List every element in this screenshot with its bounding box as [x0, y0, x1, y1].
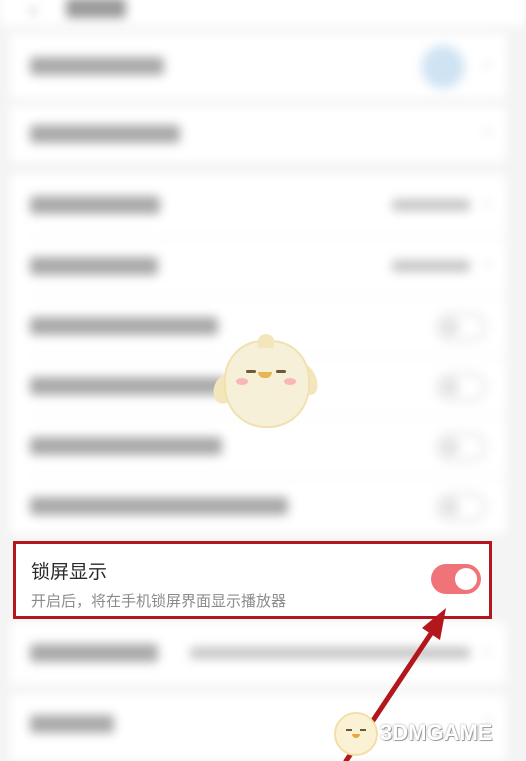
chevron-right-icon: ›	[484, 642, 490, 659]
mascot-cheek	[284, 378, 296, 385]
account-binding-row[interactable]: ›	[10, 106, 506, 162]
row-label-blurred	[30, 437, 222, 455]
watermark-eye	[346, 729, 352, 731]
row-label-blurred	[30, 644, 158, 662]
page-title-blurred	[66, 0, 126, 18]
profile-group: ›	[10, 34, 506, 98]
back-arrow-icon[interactable]: ‹	[30, 0, 46, 20]
chevron-right-icon: ›	[484, 255, 490, 272]
watermark-eye	[360, 729, 366, 731]
watermark-beak	[352, 734, 360, 738]
row-label-blurred	[30, 57, 164, 75]
audio-focus-row[interactable]	[10, 476, 506, 534]
setting-title: 锁屏显示	[31, 562, 108, 583]
row-value-blurred	[392, 260, 470, 272]
avatar	[420, 44, 466, 90]
setting-description: 开启后，将在手机锁屏界面显示播放器	[31, 593, 287, 610]
chevron-right-icon: ›	[484, 123, 490, 140]
online-quality-row[interactable]: ›	[10, 174, 506, 236]
watermark-chick-icon	[334, 712, 378, 756]
lockscreen-display-toggle[interactable]	[431, 564, 481, 594]
mascot-cheek	[236, 378, 248, 385]
download-location-group: ›	[10, 622, 506, 684]
watermark: 3DMGAME	[330, 708, 520, 758]
row-label-blurred	[30, 257, 158, 275]
toggle-switch[interactable]	[436, 433, 486, 461]
settings-page: ‹ › › › › › › 锁屏显示 开启后，将在手机锁屏界面显示播放器 3DM…	[0, 0, 526, 761]
mascot-chick-illustration	[209, 334, 323, 428]
lockscreen-display-setting-highlighted[interactable]: 锁屏显示 开启后，将在手机锁屏界面显示播放器	[13, 541, 492, 619]
row-label-blurred	[30, 317, 218, 335]
toggle-knob	[455, 568, 477, 590]
download-quality-row[interactable]: ›	[10, 236, 506, 296]
watermark-text: 3DMGAME	[380, 720, 493, 745]
chevron-right-icon: ›	[484, 194, 490, 211]
row-label-blurred	[30, 196, 160, 214]
mascot-eye	[246, 370, 256, 373]
top-bar: ‹	[0, 0, 526, 26]
row-label-blurred	[30, 125, 180, 143]
row-value-blurred	[392, 199, 470, 211]
toggle-switch[interactable]	[436, 313, 486, 341]
mascot-tuft	[258, 334, 274, 348]
toggle-switch[interactable]	[436, 373, 486, 401]
edit-profile-row[interactable]: ›	[10, 34, 506, 98]
row-label-blurred	[30, 715, 114, 733]
row-label-blurred	[30, 497, 288, 515]
mascot-eye	[276, 370, 286, 373]
row-value-blurred	[190, 647, 470, 659]
chevron-right-icon: ›	[484, 56, 490, 73]
download-location-row[interactable]: ›	[10, 622, 506, 684]
toggle-switch[interactable]	[436, 493, 486, 521]
account-group: ›	[10, 106, 506, 162]
row-label-blurred	[30, 377, 226, 395]
